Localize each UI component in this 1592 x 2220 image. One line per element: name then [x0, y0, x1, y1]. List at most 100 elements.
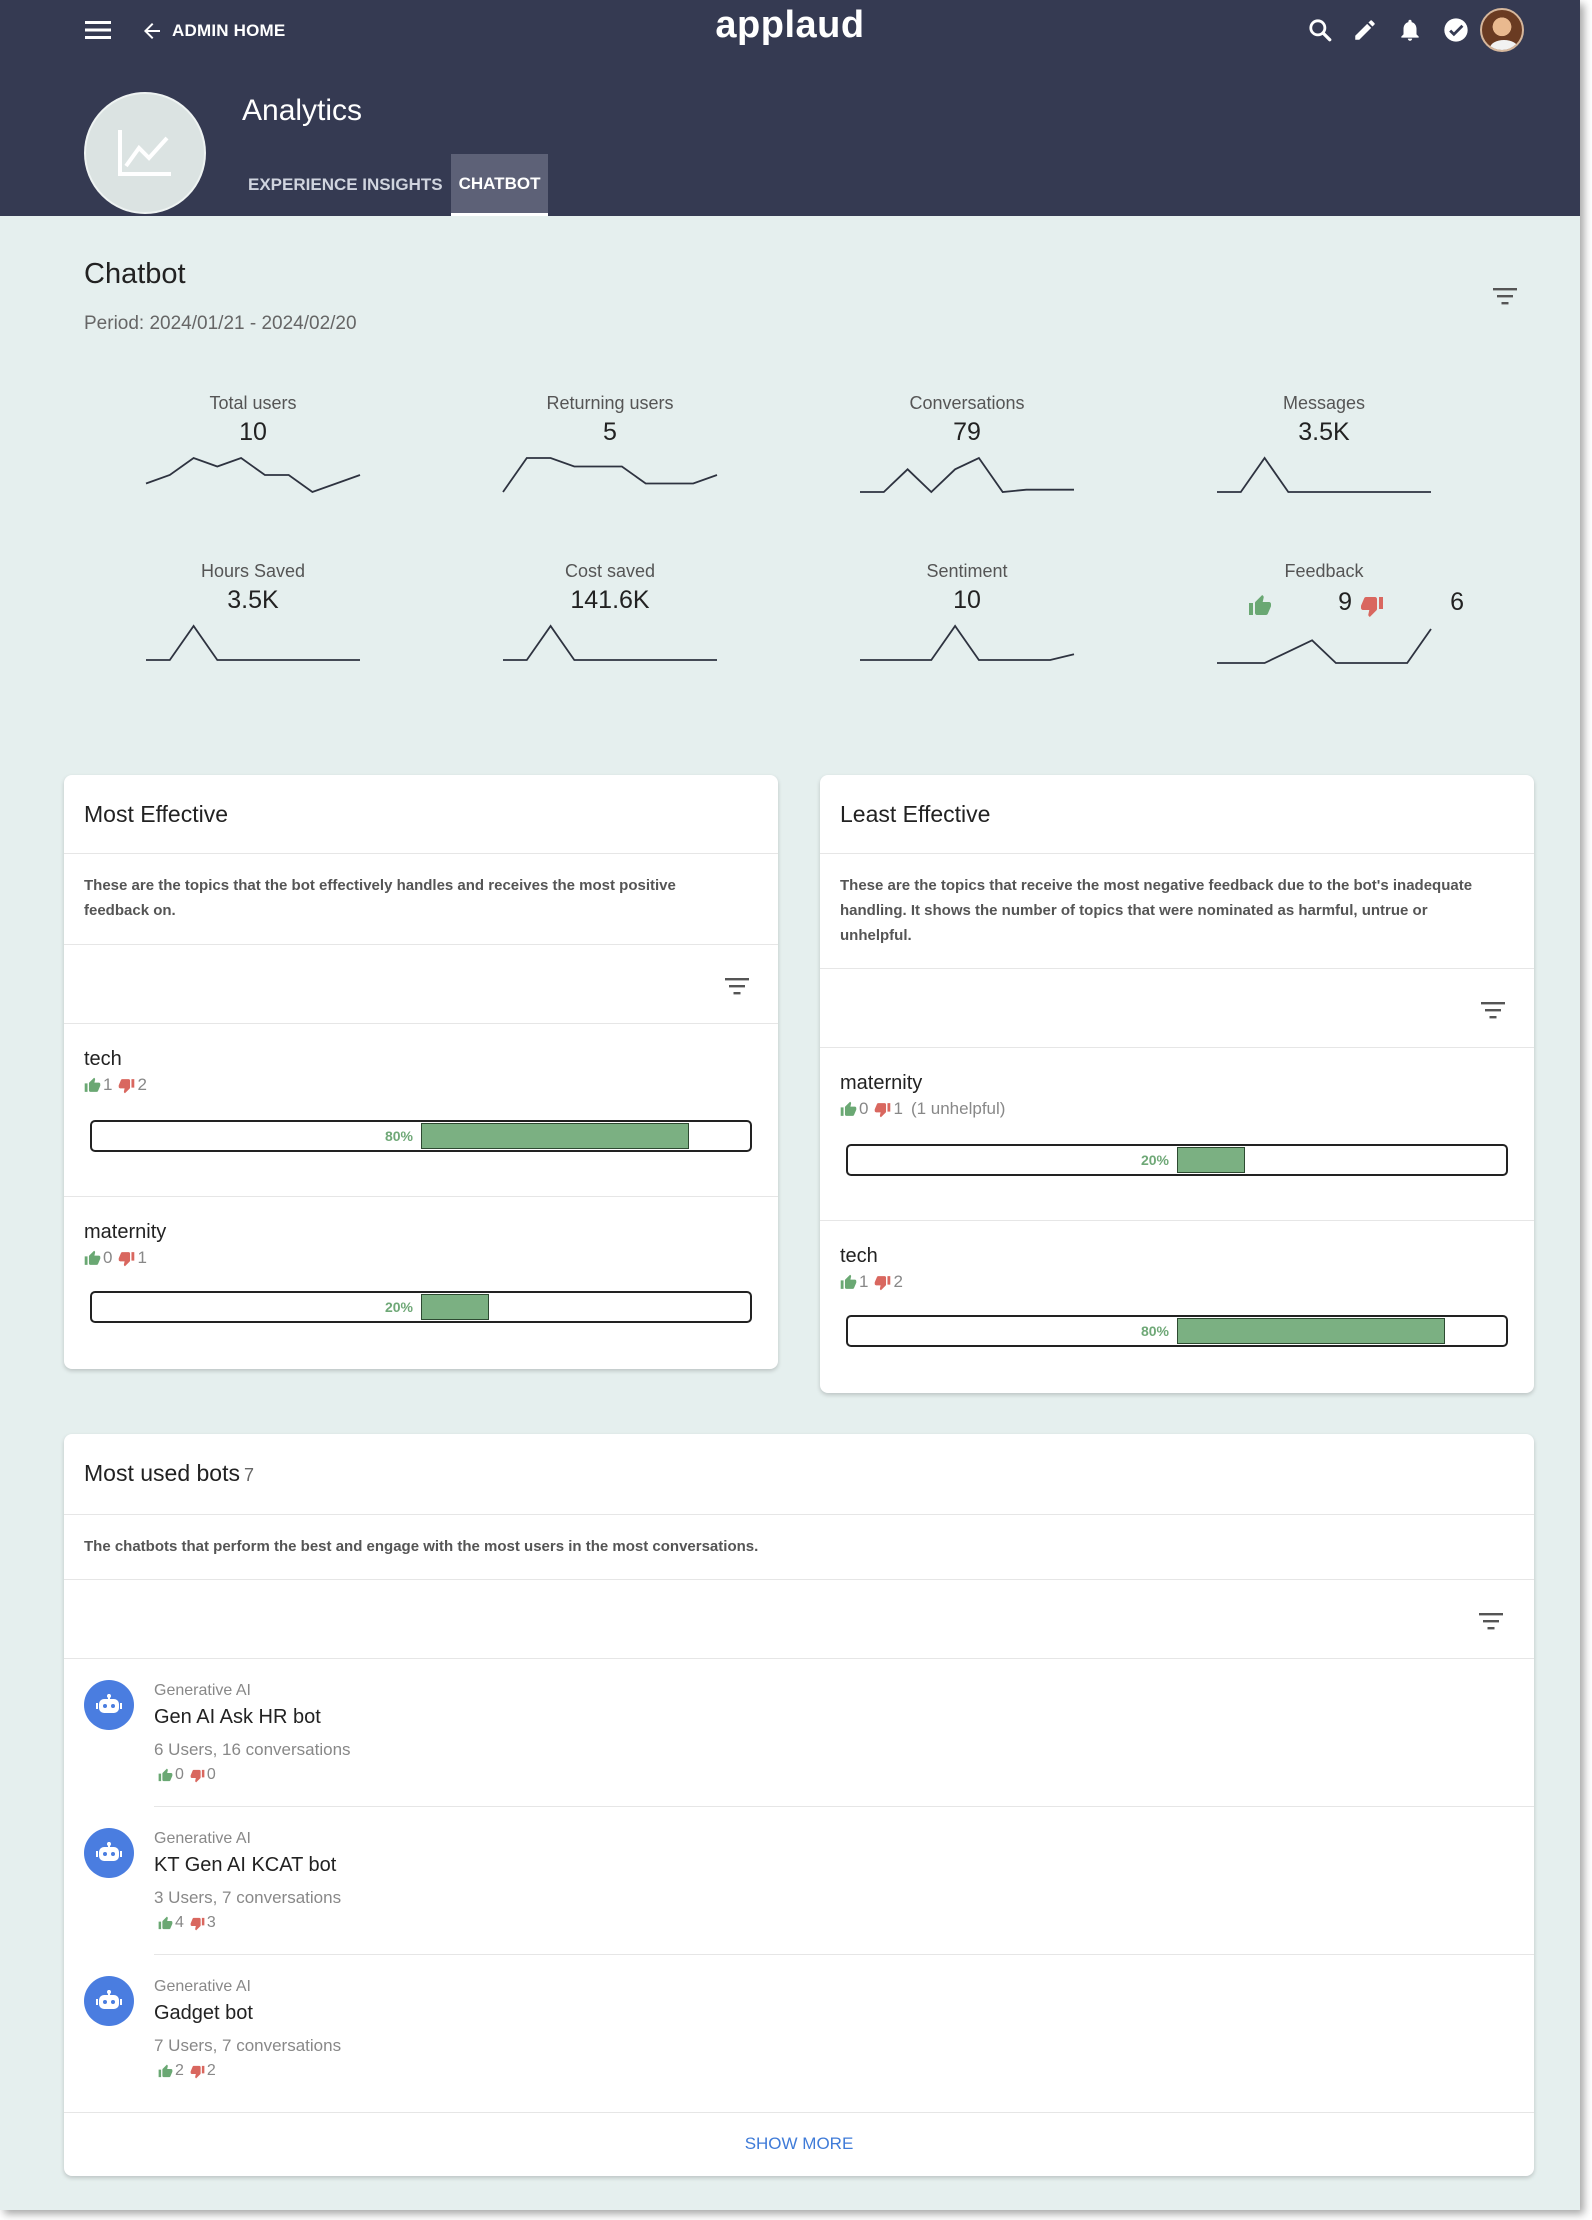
analytics-avatar	[84, 92, 206, 214]
stat-sentiment: Sentiment 10	[827, 561, 1107, 663]
topic-votes: 1 2	[84, 1075, 778, 1095]
up-count: 0	[103, 1248, 113, 1267]
bell-icon[interactable]	[1394, 14, 1426, 46]
tab-chatbot[interactable]: CHATBOT	[450, 154, 549, 216]
filter-icon[interactable]	[1480, 1000, 1506, 1025]
sparkline	[860, 624, 1075, 661]
bot-type: Generative AI	[154, 1682, 251, 1699]
sparkline-path	[145, 456, 361, 494]
thumb-down-icon	[190, 1917, 205, 1930]
progress-fill	[421, 1294, 489, 1320]
up-count: 4	[175, 1914, 184, 1931]
topic-name: tech	[840, 1245, 878, 1267]
most-used-bots-card: Most used bots 7 The chatbots that perfor…	[64, 1434, 1534, 2176]
sparkline	[146, 624, 360, 661]
progress-fill	[1177, 1147, 1245, 1173]
stat-value: 3.5K	[227, 586, 279, 614]
brand-text[interactable]: applaud	[715, 4, 864, 46]
filter-icon[interactable]	[1478, 1611, 1504, 1636]
thumb-up-icon	[158, 1768, 173, 1781]
sparkline-path	[503, 624, 717, 661]
stat-hours-saved: Hours Saved 3.5K	[113, 561, 393, 663]
progress-fill	[421, 1123, 689, 1149]
stat-label: Feedback	[1284, 561, 1364, 581]
admin-home-label: ADMIN HOME	[172, 21, 286, 40]
stat-value: 79	[953, 418, 981, 446]
topic-name: maternity	[84, 1221, 167, 1243]
bot-votes: 2 2	[158, 2062, 216, 2080]
sparkline-path	[502, 457, 718, 493]
admin-home-link[interactable]: ADMIN HOME	[140, 14, 285, 48]
divider	[64, 853, 778, 854]
divider	[154, 1954, 1534, 1955]
progress-label: 20%	[384, 1299, 413, 1315]
progress-label: 80%	[1140, 1323, 1169, 1339]
thumb-up-icon	[1249, 595, 1272, 615]
divider	[154, 1806, 1534, 1807]
topic-name: maternity	[840, 1072, 923, 1094]
filter-icon[interactable]	[1492, 286, 1518, 311]
card-title: Least Effective	[840, 801, 991, 827]
card-description: These are the topics that receive the mo…	[840, 877, 1473, 944]
stat-conversations: Conversations 79	[827, 393, 1107, 495]
bot-type: Generative AI	[154, 1830, 251, 1847]
progress-fill	[1177, 1318, 1445, 1344]
period-label: Period: 2024/01/21 - 2024/02/20	[84, 313, 357, 334]
thumb-down-icon	[119, 1251, 135, 1266]
bot-meta: 6 Users, 16 conversations	[154, 1740, 351, 1759]
thumb-up-icon	[840, 1101, 857, 1116]
user-avatar[interactable]	[1480, 8, 1524, 52]
thumb-down-icon	[119, 1078, 135, 1093]
topic-votes: 0 1 (1 unhelpful)	[840, 1099, 1534, 1119]
feedback-down-count: 6	[1450, 587, 1464, 616]
down-count: 1	[893, 1099, 903, 1118]
bot-list-item[interactable]: Generative AI Gadget bot 7 Users, 7 conv…	[84, 1976, 1534, 2124]
down-count: 2	[206, 2062, 216, 2079]
card-title: Most Effective	[84, 801, 229, 827]
down-count: 2	[137, 1075, 147, 1094]
progress-bar: 20%	[846, 1144, 1508, 1176]
thumb-down-icon	[875, 1102, 891, 1117]
topic-item: tech 1 2 80%	[84, 1048, 778, 1168]
stat-value: 141.6K	[570, 586, 650, 614]
app-window: ADMIN HOME applaud Analytics EXPERIENCE …	[0, 0, 1580, 2210]
card-title: Most used bots 7	[84, 1460, 254, 1487]
show-more-button[interactable]: SHOW MORE	[64, 2134, 1534, 2154]
topic-item: tech 1 2 80%	[840, 1245, 1534, 1365]
up-count: 0	[859, 1099, 869, 1118]
up-count: 0	[175, 1766, 184, 1783]
progress-bar: 80%	[90, 1120, 752, 1152]
arrow-left-icon	[144, 23, 160, 39]
pencil-icon[interactable]	[1349, 14, 1381, 46]
divider	[820, 853, 1534, 854]
stat-feedback: Feedback 9 6	[1184, 561, 1464, 666]
menu-icon[interactable]	[84, 16, 112, 44]
tab-experience-insights[interactable]: EXPERIENCE INSIGHTS	[240, 154, 451, 216]
progress-bar: 80%	[846, 1315, 1508, 1347]
down-count: 1	[137, 1248, 147, 1267]
topic-votes: 0 1	[84, 1248, 778, 1268]
sparkline-path	[1217, 456, 1431, 493]
stat-value: 10	[239, 418, 267, 446]
bot-name: Gadget bot	[154, 2002, 253, 2024]
bot-votes: 0 0	[158, 1766, 216, 1784]
divider	[64, 944, 778, 945]
sparkline-path	[146, 624, 360, 661]
search-icon[interactable]	[1304, 14, 1336, 46]
up-count: 1	[859, 1272, 869, 1291]
bot-type: Generative AI	[154, 1978, 251, 1995]
filter-icon[interactable]	[724, 976, 750, 1001]
divider	[64, 1023, 778, 1024]
stat-returning-users: Returning users 5	[470, 393, 750, 495]
thumb-up-icon	[158, 1916, 173, 1929]
divider	[64, 1196, 778, 1197]
chart-line-icon	[118, 130, 171, 176]
thumb-down-icon	[190, 1769, 205, 1782]
analytics-tabs: EXPERIENCE INSIGHTS CHATBOT	[240, 154, 549, 216]
thumb-down-icon	[875, 1275, 891, 1290]
check-circle-icon[interactable]	[1440, 14, 1472, 46]
topic-name: tech	[84, 1048, 122, 1070]
card-description: These are the topics that the bot effect…	[84, 877, 676, 919]
page-title: Analytics	[242, 94, 363, 127]
topic-item: maternity 0 1 20%	[84, 1221, 778, 1341]
